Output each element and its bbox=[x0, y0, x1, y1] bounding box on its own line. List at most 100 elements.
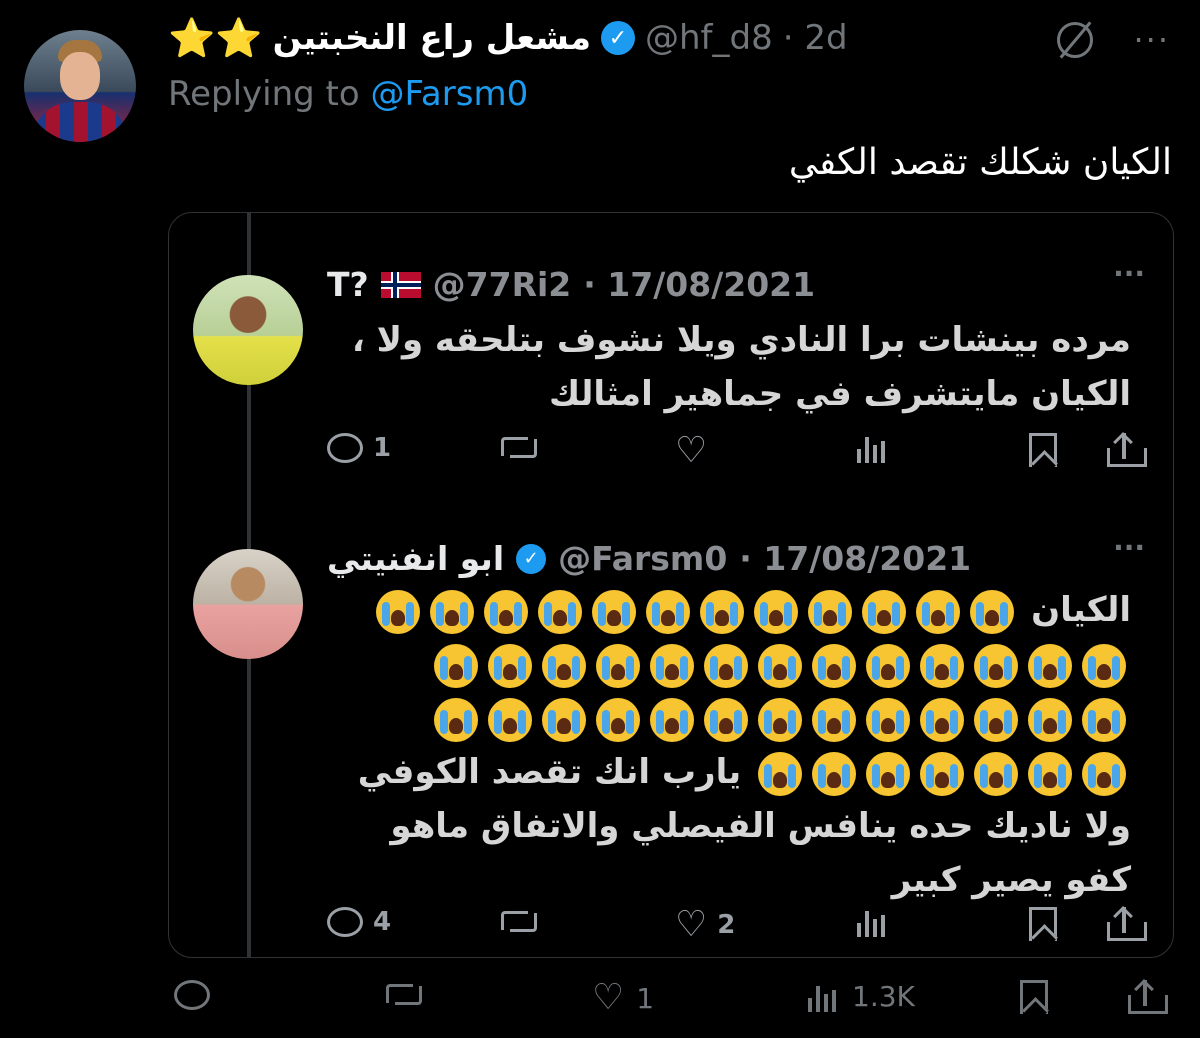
loudly-crying-face-icon bbox=[866, 643, 910, 688]
loudly-crying-face-icon bbox=[866, 697, 910, 742]
heart-icon: ♡ bbox=[675, 430, 708, 471]
text-line: الكيان مايتشرف في جماهير امثالك bbox=[548, 374, 1131, 414]
embedded-actions: 1 ♡ bbox=[327, 430, 1147, 473]
embedded-text: مرده بينشات برا النادي ويلا نشوف بتلحقه … bbox=[352, 313, 1131, 421]
loudly-crying-face-icon bbox=[542, 643, 586, 688]
reply-icon bbox=[327, 433, 363, 463]
replying-to: Replying to @Farsm0 bbox=[168, 74, 528, 114]
reply-icon bbox=[174, 980, 210, 1010]
reply-icon bbox=[327, 907, 363, 937]
embedded-handle: @77Ri2 bbox=[432, 265, 572, 304]
heart-icon: ♡ bbox=[675, 904, 708, 945]
loudly-crying-face-icon bbox=[862, 589, 907, 634]
loudly-crying-face-icon bbox=[970, 589, 1015, 634]
embedded-header: T? @77Ri2 · 17/08/2021 ··· bbox=[327, 257, 1145, 305]
loudly-crying-face-icon bbox=[974, 697, 1018, 742]
header-actions: ··· bbox=[1057, 22, 1170, 58]
loudly-crying-face-icon bbox=[538, 589, 583, 634]
text-line: ولا ناديك حده ينافس الفيصلي والاتفاق ماه… bbox=[390, 806, 1131, 846]
text-line: يارب انك تقصد الكوفي bbox=[358, 745, 1131, 799]
views-action bbox=[855, 907, 889, 937]
embedded-date: · 17/08/2021 bbox=[739, 539, 972, 578]
loudly-crying-face-icon bbox=[592, 589, 637, 634]
loudly-crying-face-icon bbox=[1028, 697, 1072, 742]
embedded-header: ابو انفنيتي ✓ @Farsm0 · 17/08/2021 ··· bbox=[327, 531, 1145, 579]
loudly-crying-face-icon bbox=[758, 643, 802, 688]
retweet-icon bbox=[499, 907, 539, 933]
loudly-crying-face-icon bbox=[920, 697, 964, 742]
loudly-crying-face-icon bbox=[812, 697, 856, 742]
author-display-name[interactable]: مشعل راع النخبتين bbox=[273, 18, 591, 58]
loudly-crying-face-icon bbox=[488, 643, 532, 688]
views-icon bbox=[855, 433, 889, 463]
retweet-icon bbox=[499, 433, 539, 459]
like-button[interactable]: ♡ 1 bbox=[592, 980, 654, 1016]
grok-icon[interactable] bbox=[1057, 22, 1094, 58]
share-icon bbox=[1128, 979, 1168, 1014]
loudly-crying-face-icon bbox=[974, 643, 1018, 688]
loudly-crying-face-icon bbox=[596, 697, 640, 742]
loudly-crying-face-icon bbox=[812, 643, 856, 688]
loudly-crying-face-icon bbox=[434, 643, 478, 688]
emoji-line bbox=[358, 637, 1131, 691]
more-options-icon: ··· bbox=[1113, 257, 1145, 290]
share-button[interactable] bbox=[1128, 979, 1168, 1014]
text-line: مرده بينشات برا النادي ويلا نشوف بتلحقه … bbox=[351, 320, 1131, 360]
like-count: 1 bbox=[636, 981, 655, 1015]
loudly-crying-face-icon bbox=[866, 751, 910, 796]
tweet-text: الكيان شكلك تقصد الكفي bbox=[788, 142, 1172, 183]
replying-prefix: Replying to bbox=[168, 74, 360, 114]
loudly-crying-face-icon bbox=[1082, 643, 1126, 688]
embedded-text: الكيان يارب انك تقصد الكوفي ولا ناديك حد… bbox=[358, 583, 1131, 907]
loudly-crying-face-icon bbox=[704, 643, 748, 688]
reply-action: 1 bbox=[327, 433, 391, 463]
views-icon bbox=[806, 982, 840, 1012]
embedded-display-name: ابو انفنيتي bbox=[327, 539, 505, 578]
share-action bbox=[1107, 906, 1147, 941]
loudly-crying-face-icon bbox=[650, 643, 694, 688]
tweet-header: ⭐⭐ مشعل راع النخبتين ✓ @hf_d8 · 2d ··· bbox=[168, 18, 1170, 66]
views-button[interactable]: 1.3K bbox=[806, 980, 915, 1013]
views-icon bbox=[855, 907, 889, 937]
bookmark-button[interactable] bbox=[1020, 980, 1048, 1014]
reply-action: 4 bbox=[327, 907, 391, 937]
author-block[interactable]: ⭐⭐ مشعل راع النخبتين ✓ @hf_d8 · 2d bbox=[168, 18, 848, 58]
loudly-crying-face-icon bbox=[1082, 751, 1126, 796]
user-avatar[interactable] bbox=[24, 30, 136, 142]
star-emoji-icon: ⭐⭐ bbox=[168, 16, 263, 60]
loudly-crying-face-icon bbox=[808, 589, 853, 634]
author-handle[interactable]: @hf_d8 bbox=[645, 18, 773, 58]
tweet-timestamp[interactable]: · 2d bbox=[783, 18, 848, 58]
bookmark-icon bbox=[1020, 980, 1048, 1014]
bookmark-action bbox=[1029, 907, 1057, 941]
share-action bbox=[1107, 432, 1147, 467]
loudly-crying-face-icon bbox=[758, 751, 802, 796]
attached-image[interactable]: T? @77Ri2 · 17/08/2021 ··· مرده بينشات ب… bbox=[168, 212, 1174, 958]
heart-icon: ♡ bbox=[592, 977, 625, 1018]
loudly-crying-face-icon bbox=[488, 697, 532, 742]
views-count: 1.3K bbox=[852, 980, 915, 1013]
embedded-avatar bbox=[193, 275, 303, 385]
retweet-button[interactable] bbox=[384, 980, 424, 1006]
loudly-crying-face-icon bbox=[650, 697, 694, 742]
verified-badge-icon: ✓ bbox=[516, 543, 547, 574]
loudly-crying-face-icon bbox=[974, 751, 1018, 796]
replying-mention-link[interactable]: @Farsm0 bbox=[371, 74, 529, 114]
reply-button[interactable] bbox=[174, 980, 222, 1010]
norway-flag-icon bbox=[380, 271, 421, 298]
loudly-crying-face-icon bbox=[812, 751, 856, 796]
tweet-actions: ♡ 1 1.3K bbox=[168, 979, 1170, 1030]
avatar-shirt bbox=[32, 102, 128, 142]
retweet-action bbox=[499, 907, 539, 933]
text-segment: يارب انك تقصد الكوفي bbox=[357, 752, 742, 792]
more-options-icon[interactable]: ··· bbox=[1133, 24, 1170, 56]
loudly-crying-face-icon bbox=[434, 697, 478, 742]
loudly-crying-face-icon bbox=[920, 751, 964, 796]
loudly-crying-face-icon bbox=[704, 697, 748, 742]
loudly-crying-face-icon bbox=[700, 589, 745, 634]
loudly-crying-face-icon bbox=[596, 643, 640, 688]
embedded-handle: @Farsm0 bbox=[558, 539, 728, 578]
loudly-crying-face-icon bbox=[916, 589, 961, 634]
text-line: كفو يصير كبير bbox=[891, 860, 1131, 900]
verified-badge-icon: ✓ bbox=[601, 21, 635, 55]
